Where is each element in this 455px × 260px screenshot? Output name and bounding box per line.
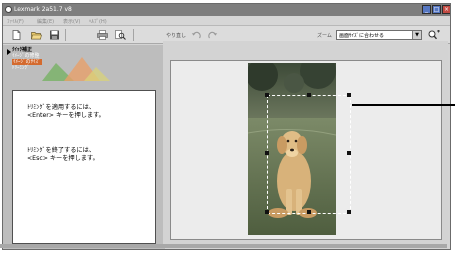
callout-line [352, 104, 455, 106]
crop-handle-bottom-right[interactable] [347, 210, 351, 214]
help-exit-line1: ﾄﾘﾐﾝｸﾞを終了するには、 [27, 147, 96, 154]
open-folder-icon[interactable] [31, 30, 42, 40]
crop-handle-right[interactable] [347, 151, 351, 155]
zoom-select[interactable]: 画面ｻｲｽﾞに合わせる ▼ [336, 30, 422, 40]
help-apply-line1: ﾄﾘﾐﾝｸﾞを適用するには、 [27, 104, 96, 111]
close-button[interactable]: × [442, 5, 450, 14]
print-icon[interactable] [97, 30, 108, 40]
toolbar-separator [133, 29, 134, 41]
crop-handle-top-left[interactable] [265, 93, 269, 97]
menu-file[interactable]: ﾌｧｲﾙ(F) [7, 18, 24, 25]
minimize-button[interactable]: _ [422, 5, 431, 14]
zoom-label: ズーム [317, 33, 332, 39]
title-bar: Lexmark 2a51.7 v8 _ □ × [3, 4, 450, 16]
print-preview-icon[interactable] [115, 30, 126, 40]
redo-label: やり直し [166, 33, 187, 39]
crop-handle-bottom-left[interactable] [265, 210, 269, 214]
task-item-trimming[interactable]: ﾄﾘｰﾐﾝｸﾞ [12, 65, 30, 71]
redo-icon[interactable] [207, 30, 218, 40]
maximize-button[interactable]: □ [432, 5, 441, 14]
window-title: Lexmark 2a51.7 v8 [14, 6, 72, 13]
help-apply-line2: <Enter> キーを押します。 [27, 112, 105, 119]
help-panel: ﾄﾘﾐﾝｸﾞを適用するには、 <Enter> キーを押します。 ﾄﾘﾐﾝｸﾞを終… [12, 90, 156, 244]
save-icon[interactable] [49, 30, 60, 40]
crop-selection-box[interactable] [265, 93, 351, 214]
help-exit-line2: <Esc> キーを押します。 [27, 155, 99, 162]
menu-bar: ﾌｧｲﾙ(F) 編集(E) 表示(V) ﾍﾙﾌﾟ(H) [3, 16, 450, 26]
menu-view[interactable]: 表示(V) [63, 18, 80, 25]
crop-handle-top[interactable] [307, 93, 311, 97]
app-icon [5, 6, 12, 13]
menu-edit[interactable]: 編集(E) [37, 18, 54, 25]
crop-handle-bottom[interactable] [307, 210, 311, 214]
undo-icon[interactable] [191, 30, 202, 40]
zoom-select-value: 画面ｻｲｽﾞに合わせる [339, 33, 385, 39]
task-navigation: ｸｲｯｸ補正 ｲﾒｰｼﾞの修整 ｲﾒｰｼﾞのｻｲｽﾞ ﾄﾘｰﾐﾝｸﾞ [6, 46, 110, 80]
menu-help[interactable]: ﾍﾙﾌﾟ(H) [89, 18, 107, 25]
toolbar-separator [65, 29, 66, 41]
crop-handle-top-right[interactable] [347, 93, 351, 97]
zoom-in-icon[interactable] [428, 30, 440, 40]
status-bar [0, 244, 447, 248]
crop-handle-left[interactable] [265, 151, 269, 155]
chevron-down-icon[interactable]: ▼ [412, 31, 421, 39]
triangle-right-icon [7, 49, 11, 55]
new-document-icon[interactable] [11, 30, 22, 40]
